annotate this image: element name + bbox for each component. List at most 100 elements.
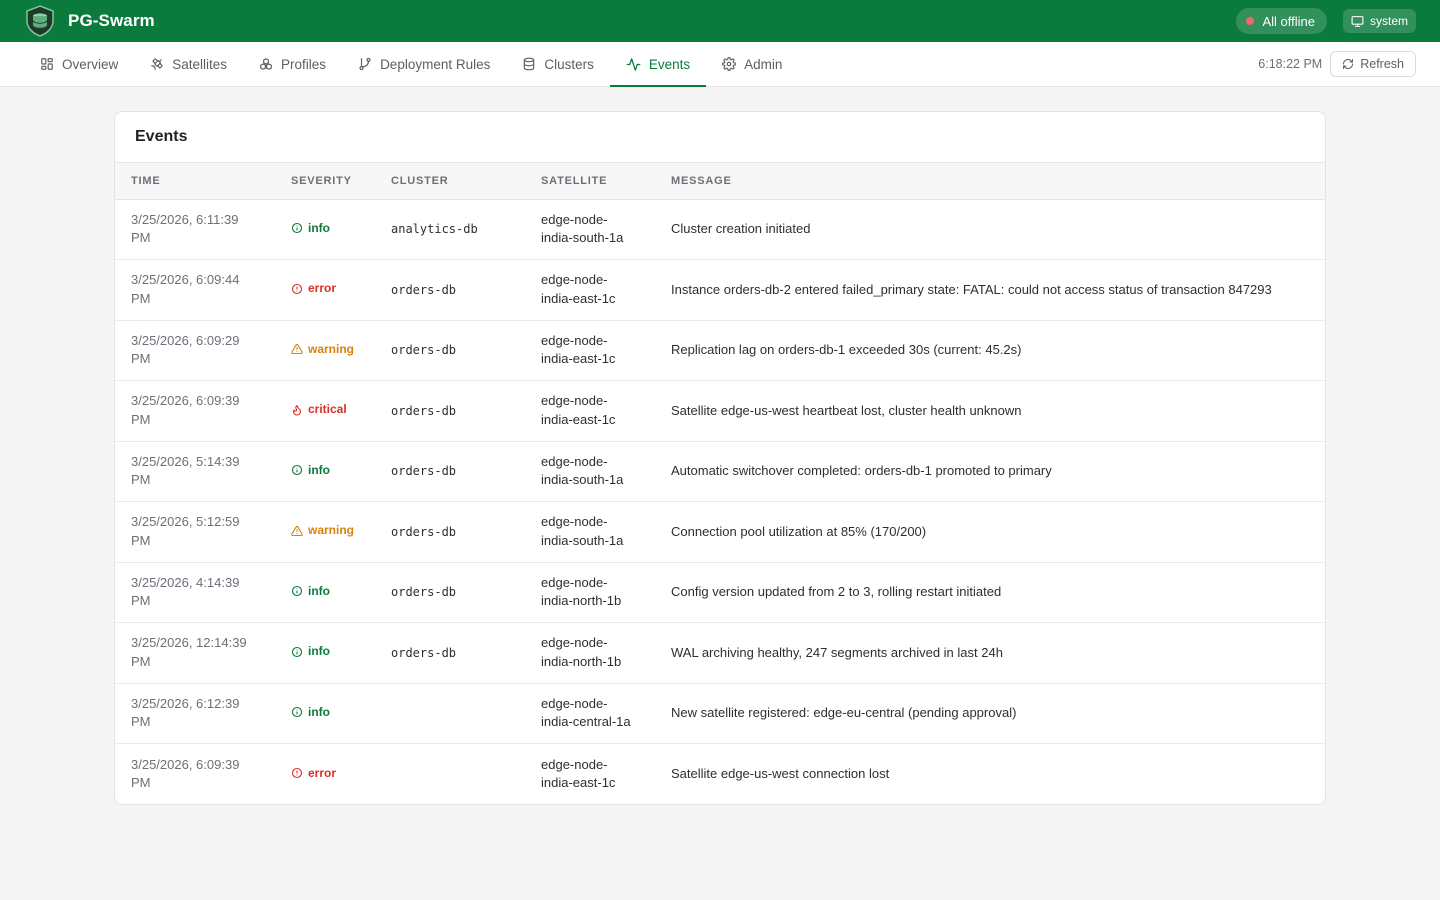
severity-badge: warning: [291, 521, 354, 540]
column-header-cluster[interactable]: CLUSTER: [375, 163, 525, 200]
tab-label: Deployment Rules: [380, 56, 491, 72]
table-row[interactable]: 3/25/2026, 4:14:39 PM info orders-db edge-n…: [115, 562, 1325, 623]
alert-circle-icon: [291, 767, 303, 778]
status-label: All offline: [1262, 13, 1315, 29]
git-branch-icon: [359, 57, 371, 71]
table-row[interactable]: 3/25/2026, 5:12:59 PM warning orders-db edg…: [115, 501, 1325, 563]
monitor-icon: [1351, 15, 1364, 27]
tab-label: Clusters: [544, 56, 594, 72]
warning-triangle-icon: [291, 525, 303, 536]
current-time: 6:18:22 PM: [1258, 57, 1323, 71]
tab-events[interactable]: Events: [609, 42, 707, 87]
info-icon: [291, 223, 303, 234]
event-cluster: orders-db: [375, 622, 525, 684]
event-time: 3/25/2026, 6:09:44 PM: [115, 259, 275, 321]
severity-label: critical: [308, 402, 347, 417]
event-time: 3/25/2026, 6:11:39 PM: [115, 199, 275, 260]
event-severity: info: [275, 441, 375, 502]
info-icon: [291, 586, 303, 597]
event-severity: critical: [275, 380, 375, 442]
event-message: Satellite edge-us-west connection lost: [671, 765, 890, 781]
event-cluster: orders-db: [375, 380, 525, 442]
tab-admin[interactable]: Admin: [706, 42, 798, 86]
user-menu-button[interactable]: system: [1342, 9, 1416, 33]
tab-deployment-rules[interactable]: Deployment Rules: [342, 42, 506, 86]
severity-badge: error: [291, 279, 336, 298]
refresh-button[interactable]: Refresh: [1330, 51, 1416, 77]
app-logo-icon[interactable]: [24, 5, 56, 37]
event-message: Cluster creation initiated: [655, 199, 1325, 260]
event-satellite: edge-node-india-south-1a: [525, 501, 655, 563]
severity-badge: info: [291, 219, 330, 238]
boxes-icon: [260, 58, 272, 70]
event-severity: info: [275, 199, 375, 260]
satellite-icon: [151, 58, 164, 70]
table-row[interactable]: 3/25/2026, 5:14:39 PM info orders-db edge-n…: [115, 441, 1325, 502]
table-row[interactable]: 3/25/2026, 6:09:29 PM warning orders-db edg…: [115, 320, 1325, 381]
column-header-message[interactable]: MESSAGE: [655, 163, 1325, 200]
event-message: Config version updated from 2 to 3, roll…: [655, 562, 1325, 623]
severity-label: error: [308, 765, 337, 780]
table-row[interactable]: 3/25/2026, 6:12:39 PM info edge-node-india…: [115, 683, 1325, 744]
event-severity: error: [275, 744, 375, 805]
severity-badge: info: [291, 642, 330, 661]
info-icon: [291, 707, 303, 718]
event-message: WAL archiving healthy, 247 segments arch…: [655, 622, 1325, 684]
event-satellite: edge-node-india-east-1c: [525, 320, 655, 381]
event-cluster: orders-db: [375, 501, 525, 563]
events-table: TIME SEVERITY CLUSTER SATELLITE MESSAGE …: [115, 163, 1325, 804]
event-severity: warning: [275, 320, 375, 381]
event-cluster: orders-db: [375, 441, 525, 502]
grid-icon: [41, 58, 53, 70]
warning-triangle-icon: [291, 344, 303, 355]
event-time: 3/25/2026, 6:09:29 PM: [115, 320, 275, 381]
event-satellite: edge-node-india-north-1b: [525, 622, 655, 684]
table-row[interactable]: 3/25/2026, 6:09:39 PM error edge-node-indi…: [115, 744, 1325, 805]
severity-label: info: [308, 583, 330, 598]
tab-clusters[interactable]: Clusters: [506, 42, 610, 86]
event-message: Replication lag on orders-db-1 exceeded …: [655, 320, 1325, 381]
tab-profiles[interactable]: Profiles: [243, 42, 342, 86]
gear-icon: [722, 57, 737, 71]
event-severity: info: [275, 562, 375, 623]
tab-label: Overview: [62, 56, 119, 72]
severity-label: info: [308, 704, 330, 719]
info-icon: [291, 646, 303, 657]
event-message: Instance orders-db-2 entered failed_prim…: [655, 259, 1325, 321]
column-header-severity[interactable]: SEVERITY: [275, 163, 375, 200]
table-row[interactable]: 3/25/2026, 6:09:44 PM error orders-db edge-…: [115, 259, 1325, 321]
table-header-row: TIME SEVERITY CLUSTER SATELLITE MESSAGE: [115, 163, 1325, 200]
severity-badge: info: [291, 461, 330, 480]
table-row[interactable]: 3/25/2026, 6:09:39 PM critical orders-db ed…: [115, 380, 1325, 442]
severity-badge: info: [291, 703, 330, 722]
event-cluster: orders-db: [375, 320, 525, 381]
event-cluster: [375, 744, 525, 805]
event-severity: info: [275, 622, 375, 684]
tab-overview[interactable]: Overview: [24, 42, 134, 86]
severity-badge: info: [291, 582, 330, 601]
event-cluster: analytics-db: [375, 199, 525, 260]
event-satellite: edge-node-india-south-1a: [525, 441, 655, 502]
refresh-icon: [1343, 59, 1354, 69]
column-header-satellite[interactable]: SATELLITE: [525, 163, 655, 200]
table-row[interactable]: 3/25/2026, 6:11:39 PM info analytics-db edg…: [115, 199, 1325, 260]
event-cluster: orders-db: [375, 259, 525, 321]
status-dot-icon: [1246, 17, 1255, 25]
tab-satellites[interactable]: Satellites: [134, 42, 243, 86]
tab-label: Satellites: [172, 56, 228, 72]
event-time: 3/25/2026, 12:14:39 PM: [115, 622, 275, 684]
event-cluster: orders-db: [375, 562, 525, 623]
info-icon: [291, 465, 303, 476]
connection-status-badge[interactable]: All offline: [1236, 8, 1327, 34]
table-row[interactable]: 3/25/2026, 12:14:39 PM info orders-db edge-…: [115, 622, 1325, 684]
event-time: 3/25/2026, 6:09:39 PM: [131, 756, 240, 791]
column-header-time[interactable]: TIME: [115, 163, 275, 200]
event-satellite: edge-node-india-north-1b: [525, 562, 655, 623]
event-satellite: edge-node-india-east-1c: [541, 756, 616, 791]
events-table-body: 3/25/2026, 6:11:39 PM info analytics-db edg…: [115, 199, 1325, 804]
severity-badge: critical: [291, 400, 347, 419]
activity-icon: [626, 57, 641, 71]
card-title: Events: [115, 112, 1325, 163]
event-time: 3/25/2026, 4:14:39 PM: [115, 562, 275, 623]
database-icon: [524, 57, 535, 71]
